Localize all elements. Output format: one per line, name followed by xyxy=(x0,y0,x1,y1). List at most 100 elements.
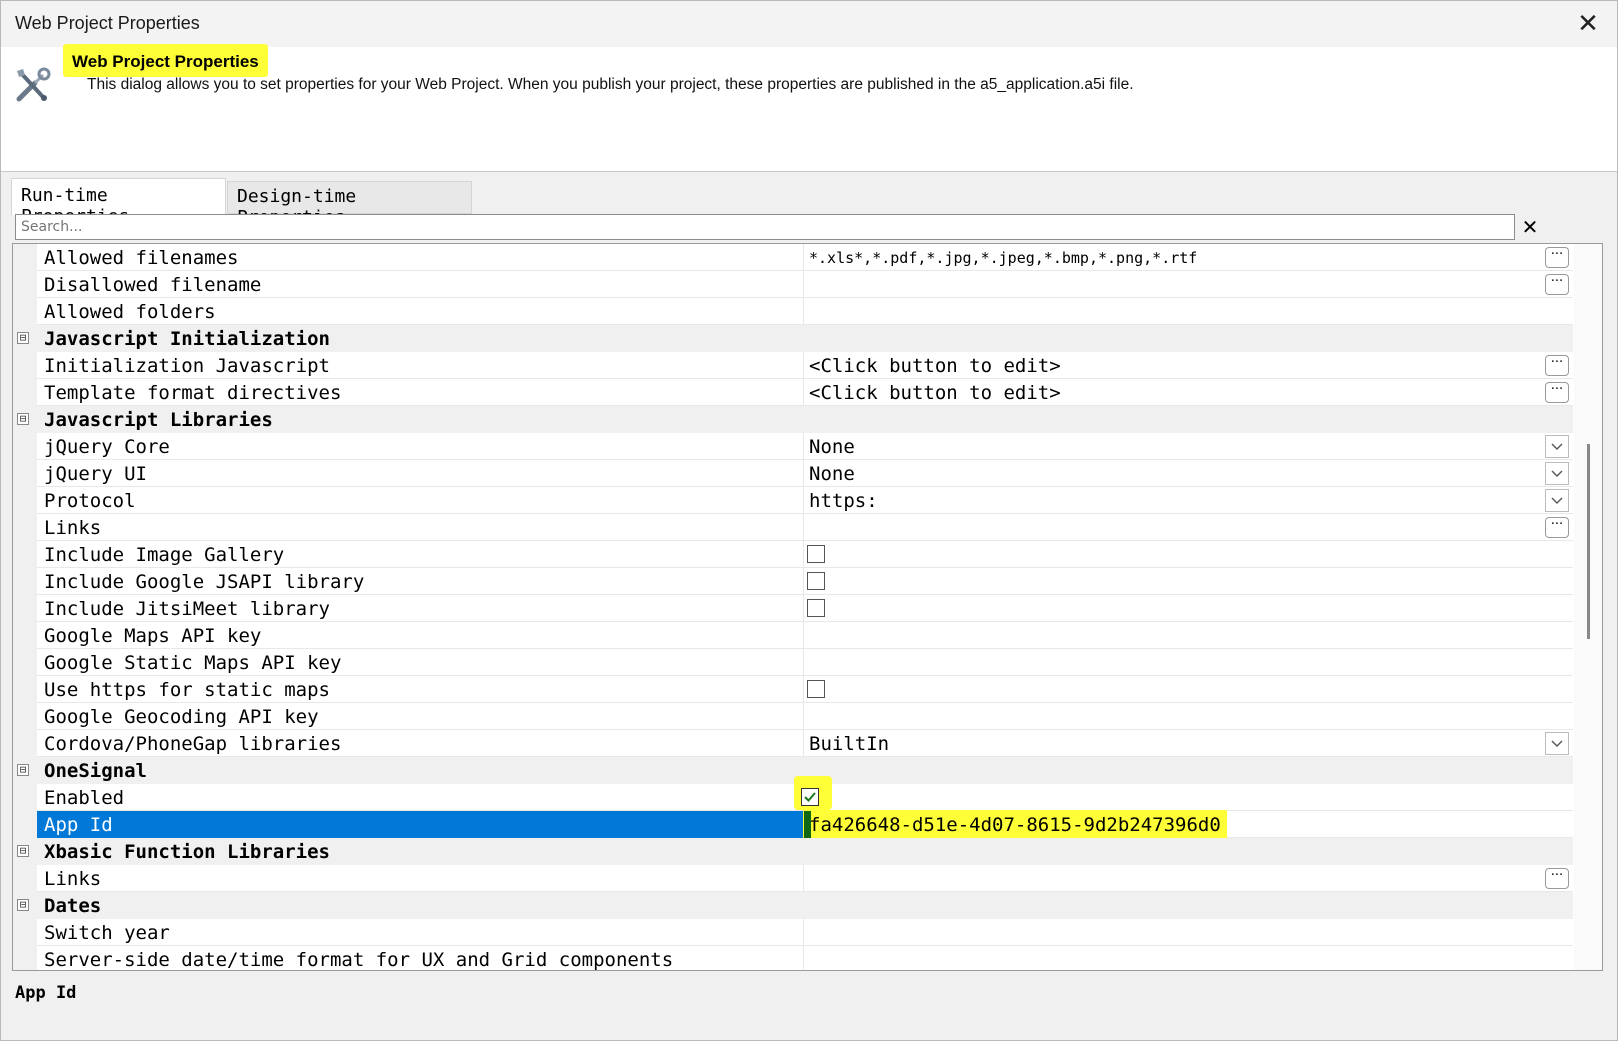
checkbox[interactable] xyxy=(807,572,825,590)
property-name: Cordova/PhoneGap libraries xyxy=(37,730,804,757)
row-gutter xyxy=(13,649,37,676)
chevron-down-icon[interactable] xyxy=(1545,435,1569,458)
property-value[interactable] xyxy=(804,298,1573,325)
ellipsis-button[interactable]: ··· xyxy=(1545,868,1569,889)
category-row[interactable]: ⊟ OneSignal xyxy=(13,757,1573,784)
property-value[interactable]: fa426648-d51e-4d07-8615-9d2b247396d0 xyxy=(803,810,1573,840)
property-value[interactable] xyxy=(804,946,1573,970)
property-row[interactable]: Allowed filenames *.xls*,*.pdf,*.jpg,*.jp… xyxy=(13,244,1573,271)
property-row[interactable]: jQuery Core None xyxy=(13,433,1573,460)
chevron-down-icon[interactable] xyxy=(1545,732,1569,755)
property-value[interactable]: *.xls*,*.pdf,*.jpg,*.jpeg,*.bmp,*.png,*.… xyxy=(804,244,1573,271)
property-value[interactable] xyxy=(804,703,1573,730)
property-row[interactable]: Use https for static maps xyxy=(13,676,1573,703)
category-row[interactable]: ⊟ Xbasic Function Libraries xyxy=(13,838,1573,865)
category-row[interactable]: ⊟ Dates xyxy=(13,892,1573,919)
property-row[interactable]: Protocol https: xyxy=(13,487,1573,514)
dialog-header: Web Project Properties This dialog allow… xyxy=(1,44,1617,172)
ellipsis-button[interactable]: ··· xyxy=(1545,247,1569,268)
property-name: Template format directives xyxy=(37,379,804,406)
property-value[interactable] xyxy=(804,865,1573,892)
row-gutter xyxy=(13,595,37,622)
property-value[interactable] xyxy=(804,541,1573,568)
property-value[interactable] xyxy=(804,568,1573,595)
checkbox[interactable] xyxy=(807,680,825,698)
collapse-icon[interactable]: ⊟ xyxy=(17,845,29,857)
property-row[interactable]: Initialization Javascript <Click button t… xyxy=(13,352,1573,379)
property-value[interactable] xyxy=(804,622,1573,649)
property-value[interactable] xyxy=(804,649,1573,676)
property-value[interactable] xyxy=(804,784,1573,811)
property-value[interactable]: <Click button to edit> xyxy=(804,379,1573,406)
collapse-icon[interactable]: ⊟ xyxy=(17,332,29,344)
property-value[interactable]: <Click button to edit> xyxy=(804,352,1573,379)
property-value[interactable]: BuiltIn xyxy=(804,730,1573,757)
checkbox[interactable] xyxy=(807,545,825,563)
checkbox[interactable] xyxy=(801,788,819,806)
property-value[interactable]: None xyxy=(804,433,1573,460)
tab-design-time-properties[interactable]: Design-time Properties xyxy=(227,181,472,228)
property-value[interactable]: https: xyxy=(804,487,1573,514)
property-value[interactable] xyxy=(804,676,1573,703)
property-name: App Id xyxy=(37,811,804,838)
edit-marker xyxy=(804,811,811,838)
property-value[interactable] xyxy=(804,271,1573,298)
property-row[interactable]: Disallowed filename ··· xyxy=(13,271,1573,298)
property-row[interactable]: Server-side date/time format for UX and … xyxy=(13,946,1573,970)
row-gutter xyxy=(13,703,37,730)
tab-run-time-properties[interactable]: Run-time Properties xyxy=(11,178,226,227)
property-row[interactable]: Switch year xyxy=(13,919,1573,946)
property-value[interactable] xyxy=(804,595,1573,622)
property-row[interactable]: App Id fa426648-d51e-4d07-8615-9d2b247396… xyxy=(13,810,1573,840)
property-row[interactable]: Template format directives <Click button … xyxy=(13,379,1573,406)
property-row[interactable]: Links ··· xyxy=(13,514,1573,541)
row-gutter xyxy=(13,865,37,892)
category-label: OneSignal xyxy=(37,757,804,784)
category-row[interactable]: ⊟ Javascript Libraries xyxy=(13,406,1573,433)
row-gutter xyxy=(13,271,37,298)
property-rows: Allowed filenames *.xls*,*.pdf,*.jpg,*.jp… xyxy=(13,244,1573,970)
search-input[interactable] xyxy=(15,214,1515,240)
window-title: Web Project Properties xyxy=(15,13,200,33)
ellipsis-button[interactable]: ··· xyxy=(1545,355,1569,376)
property-row[interactable]: Google Static Maps API key xyxy=(13,649,1573,676)
property-row[interactable]: jQuery UI None xyxy=(13,460,1573,487)
property-row[interactable]: Allowed folders xyxy=(13,298,1573,325)
property-row[interactable]: Google Maps API key xyxy=(13,622,1573,649)
app-id-value[interactable]: fa426648-d51e-4d07-8615-9d2b247396d0 xyxy=(803,810,1227,840)
collapse-icon[interactable]: ⊟ xyxy=(17,899,29,911)
property-row[interactable]: Include Google JSAPI library xyxy=(13,568,1573,595)
property-row[interactable]: Cordova/PhoneGap libraries BuiltIn xyxy=(13,730,1573,757)
properties-dialog: Web Project Properties ✕ Web Project Pro… xyxy=(0,0,1618,1041)
property-value xyxy=(804,757,1573,784)
row-gutter xyxy=(13,730,37,757)
chevron-down-icon[interactable] xyxy=(1545,462,1569,485)
property-row[interactable]: Enabled xyxy=(13,776,1573,811)
collapse-icon[interactable]: ⊟ xyxy=(17,764,29,776)
checkbox[interactable] xyxy=(807,599,825,617)
property-name: Disallowed filename xyxy=(37,271,804,298)
property-row[interactable]: Links ··· xyxy=(13,865,1573,892)
value-text: <Click button to edit> xyxy=(809,382,1061,404)
chevron-down-icon[interactable] xyxy=(1545,489,1569,512)
ellipsis-button[interactable]: ··· xyxy=(1545,274,1569,295)
ellipsis-button[interactable]: ··· xyxy=(1545,382,1569,403)
property-value[interactable] xyxy=(804,514,1573,541)
clear-search-icon[interactable]: ✕ xyxy=(1519,215,1541,239)
property-value[interactable]: None xyxy=(804,460,1573,487)
property-name: Protocol xyxy=(37,487,804,514)
scrollbar-thumb[interactable] xyxy=(1587,444,1590,639)
collapse-icon[interactable]: ⊟ xyxy=(17,413,29,425)
close-icon[interactable]: ✕ xyxy=(1571,7,1605,41)
property-row[interactable]: Google Geocoding API key xyxy=(13,703,1573,730)
vertical-scrollbar[interactable] xyxy=(1574,244,1602,970)
value-text: None xyxy=(809,463,855,485)
property-value[interactable] xyxy=(804,919,1573,946)
property-row[interactable]: Include JitsiMeet library xyxy=(13,595,1573,622)
ellipsis-button[interactable]: ··· xyxy=(1545,517,1569,538)
property-name: Enabled xyxy=(37,784,804,811)
row-gutter xyxy=(13,433,37,460)
row-gutter xyxy=(13,379,37,406)
property-row[interactable]: Include Image Gallery xyxy=(13,541,1573,568)
category-row[interactable]: ⊟ Javascript Initialization xyxy=(13,325,1573,352)
